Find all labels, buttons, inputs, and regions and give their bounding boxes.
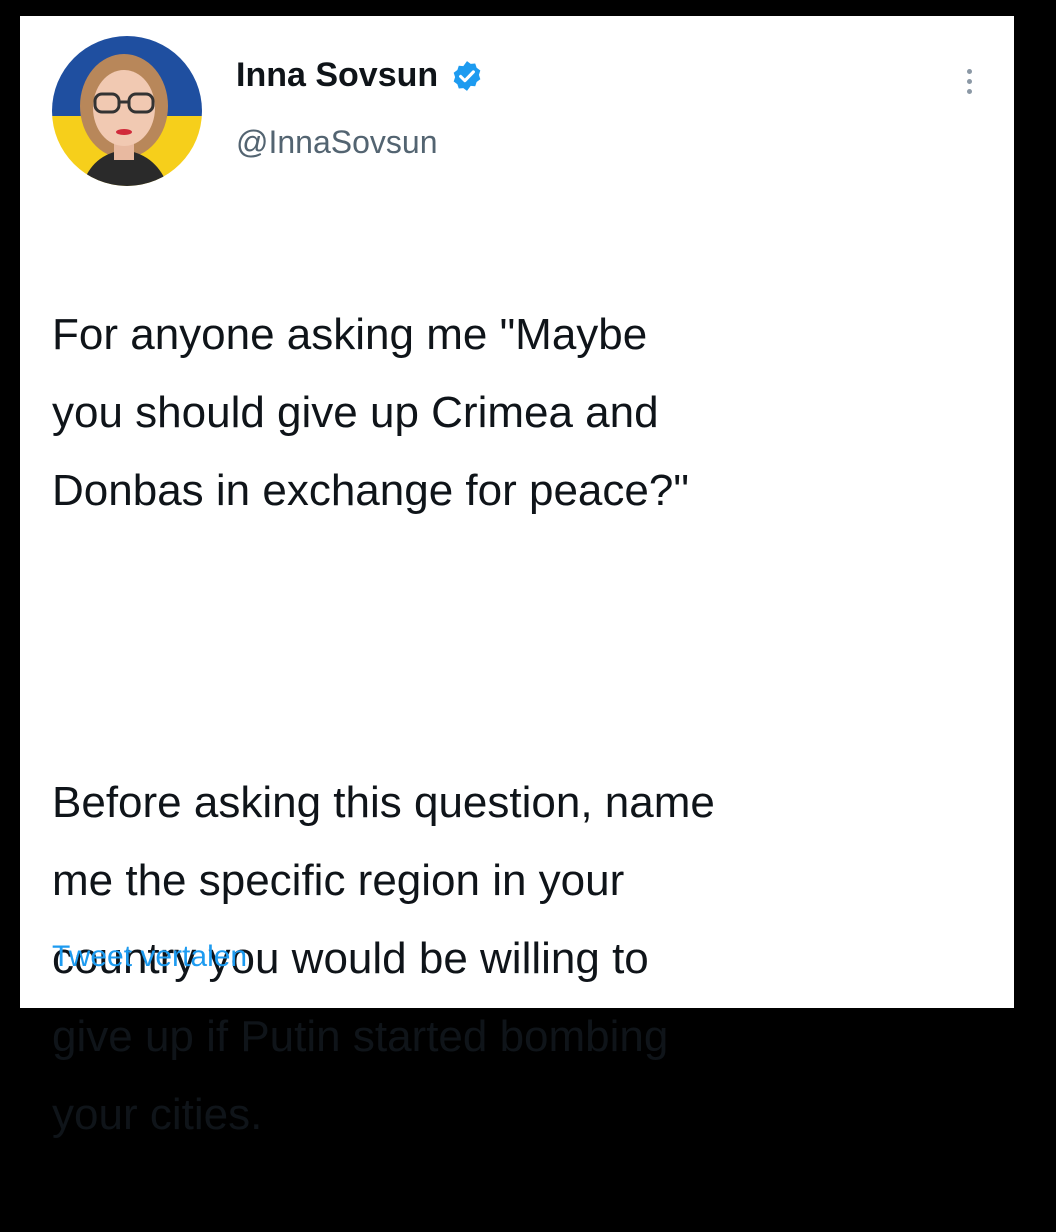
more-options-icon[interactable] [956,64,982,110]
author-name[interactable]: Inna Sovsun [236,56,438,95]
author-name-row[interactable]: Inna Sovsun [236,56,484,95]
tweet-card: Inna Sovsun @InnaSovsun For anyone askin… [20,16,1014,1139]
translate-tweet-link[interactable]: Tweet vertalen [52,940,247,974]
avatar-image [52,36,202,186]
tweet-paragraph: For anyone asking me "Maybe you should g… [52,310,689,515]
avatar[interactable] [52,36,202,186]
author-handle[interactable]: @InnaSovsun [236,124,438,161]
verified-badge-icon [453,60,481,91]
tweet-text: For anyone asking me "Maybe you should g… [52,218,992,1232]
